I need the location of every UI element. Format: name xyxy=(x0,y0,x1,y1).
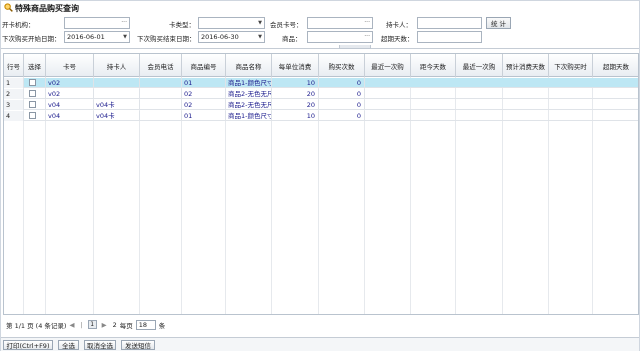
column-header[interactable]: 超期天数 xyxy=(593,54,638,77)
ellipsis-icon[interactable]: ··· xyxy=(364,19,370,26)
column-header[interactable]: 购买次数 xyxy=(319,54,365,77)
per-page-unit: 条 xyxy=(158,321,166,330)
row-checkbox[interactable] xyxy=(29,79,36,86)
prev-page-icon[interactable]: | xyxy=(80,321,82,329)
card-type-select[interactable]: ▼ xyxy=(198,17,265,29)
filter-panel: 开卡机构： ··· 卡类型： ▼ 会员卡号： ··· 持卡人： 统 计 下次购买… xyxy=(1,15,639,45)
footer-toolbar: 打印(Ctrl+F9) 全选 取消全选 发送短信 xyxy=(1,337,639,351)
goods-label: 商品： xyxy=(282,35,302,43)
ellipsis-icon[interactable]: ··· xyxy=(121,19,127,26)
row-checkbox[interactable] xyxy=(29,90,36,97)
page-summary: 第 1/1 页 (4 条记录) xyxy=(6,321,67,330)
column-header[interactable]: 预计消费天数 xyxy=(503,54,549,77)
column-header[interactable]: 会员电话 xyxy=(140,54,182,77)
member-card-input[interactable]: ··· xyxy=(307,17,373,29)
first-page-icon[interactable]: ◀ xyxy=(69,321,74,329)
table-row[interactable]: 1 v02 01 商品1-颜色尺寸 10 0 xyxy=(4,78,638,88)
table-row[interactable]: 4 v04 v04卡 01 商品1-颜色尺寸 10 0 xyxy=(4,111,638,121)
splitter-grip[interactable] xyxy=(339,45,371,49)
next-end-date[interactable]: 2016-06-30 ▼ xyxy=(198,31,265,43)
table-row[interactable]: 3 v04 v04卡 02 商品2-无色无尺 20 0 xyxy=(4,100,638,110)
column-header[interactable]: 每单位消费 xyxy=(272,54,319,77)
card-type-label: 卡类型： xyxy=(169,21,195,29)
pager: 第 1/1 页 (4 条记录) ◀ | 1 ▶ 2 每页 18 条 xyxy=(3,318,639,331)
column-header[interactable]: 距今天数 xyxy=(411,54,456,77)
select-all-button[interactable]: 全选 xyxy=(58,340,79,350)
page-number[interactable]: 2 xyxy=(113,321,117,329)
overdue-input[interactable] xyxy=(417,31,482,43)
next-start-label: 下次购买开始日期： xyxy=(2,35,61,43)
column-header[interactable]: 商品名称 xyxy=(226,54,272,77)
filter-row-2: 下次购买开始日期： 2016-06-01 ▼ 下次购买结束日期： 2016-06-… xyxy=(1,31,639,44)
per-page-label: 每页 xyxy=(119,321,133,330)
column-header[interactable]: 卡号 xyxy=(46,54,94,77)
title-bar: 特殊商品购买查询 xyxy=(1,1,639,15)
print-button[interactable]: 打印(Ctrl+F9) xyxy=(3,340,53,350)
column-header[interactable]: 最近一次购 xyxy=(365,54,411,77)
column-header[interactable]: 选择 xyxy=(24,54,46,77)
search-icon xyxy=(4,2,13,14)
member-card-label: 会员卡号： xyxy=(270,21,303,29)
chevron-down-icon[interactable]: ▼ xyxy=(123,34,127,40)
holder-label: 持卡人： xyxy=(386,21,412,29)
page-title: 特殊商品购买查询 xyxy=(15,3,79,13)
next-start-date[interactable]: 2016-06-01 ▼ xyxy=(64,31,130,43)
row-checkbox[interactable] xyxy=(29,112,36,119)
chevron-down-icon[interactable]: ▼ xyxy=(258,34,262,40)
holder-input[interactable] xyxy=(417,17,482,29)
ellipsis-icon[interactable]: ··· xyxy=(364,33,370,40)
deselect-all-button[interactable]: 取消全选 xyxy=(84,340,116,350)
column-header[interactable]: 最近一次购 xyxy=(456,54,503,77)
stat-button[interactable]: 统 计 xyxy=(486,17,511,29)
org-label: 开卡机构： xyxy=(2,21,35,29)
table-header: 行号 选择 卡号 持卡人 会员电话 商品编号 商品名称 每单位消费 购买次数 最… xyxy=(4,54,638,77)
next-page-icon[interactable]: ▶ xyxy=(102,321,107,329)
column-header[interactable]: 行号 xyxy=(4,54,24,77)
chevron-down-icon[interactable]: ▼ xyxy=(258,20,262,26)
results-table: 行号 选择 卡号 持卡人 会员电话 商品编号 商品名称 每单位消费 购买次数 最… xyxy=(3,53,639,315)
filter-row-1: 开卡机构： ··· 卡类型： ▼ 会员卡号： ··· 持卡人： 统 计 xyxy=(1,17,639,30)
send-sms-button[interactable]: 发送短信 xyxy=(121,340,155,350)
overdue-label: 超期天数： xyxy=(381,35,414,43)
panel-splitter[interactable] xyxy=(1,45,639,49)
per-page-input[interactable]: 18 xyxy=(135,319,156,330)
org-input[interactable]: ··· xyxy=(64,17,130,29)
next-end-label: 下次购买结束日期： xyxy=(137,35,196,43)
main-window: 特殊商品购买查询 开卡机构： ··· 卡类型： ▼ 会员卡号： ··· 持卡人：… xyxy=(0,0,640,351)
column-header[interactable]: 持卡人 xyxy=(94,54,140,77)
table-row[interactable]: 2 v02 02 商品2-无色无尺 20 0 xyxy=(4,89,638,99)
row-checkbox[interactable] xyxy=(29,101,36,108)
current-page-input[interactable]: 1 xyxy=(87,320,97,329)
column-header[interactable]: 下次购买时 xyxy=(549,54,593,77)
column-header[interactable]: 商品编号 xyxy=(182,54,226,77)
goods-input[interactable]: ··· xyxy=(307,31,373,43)
